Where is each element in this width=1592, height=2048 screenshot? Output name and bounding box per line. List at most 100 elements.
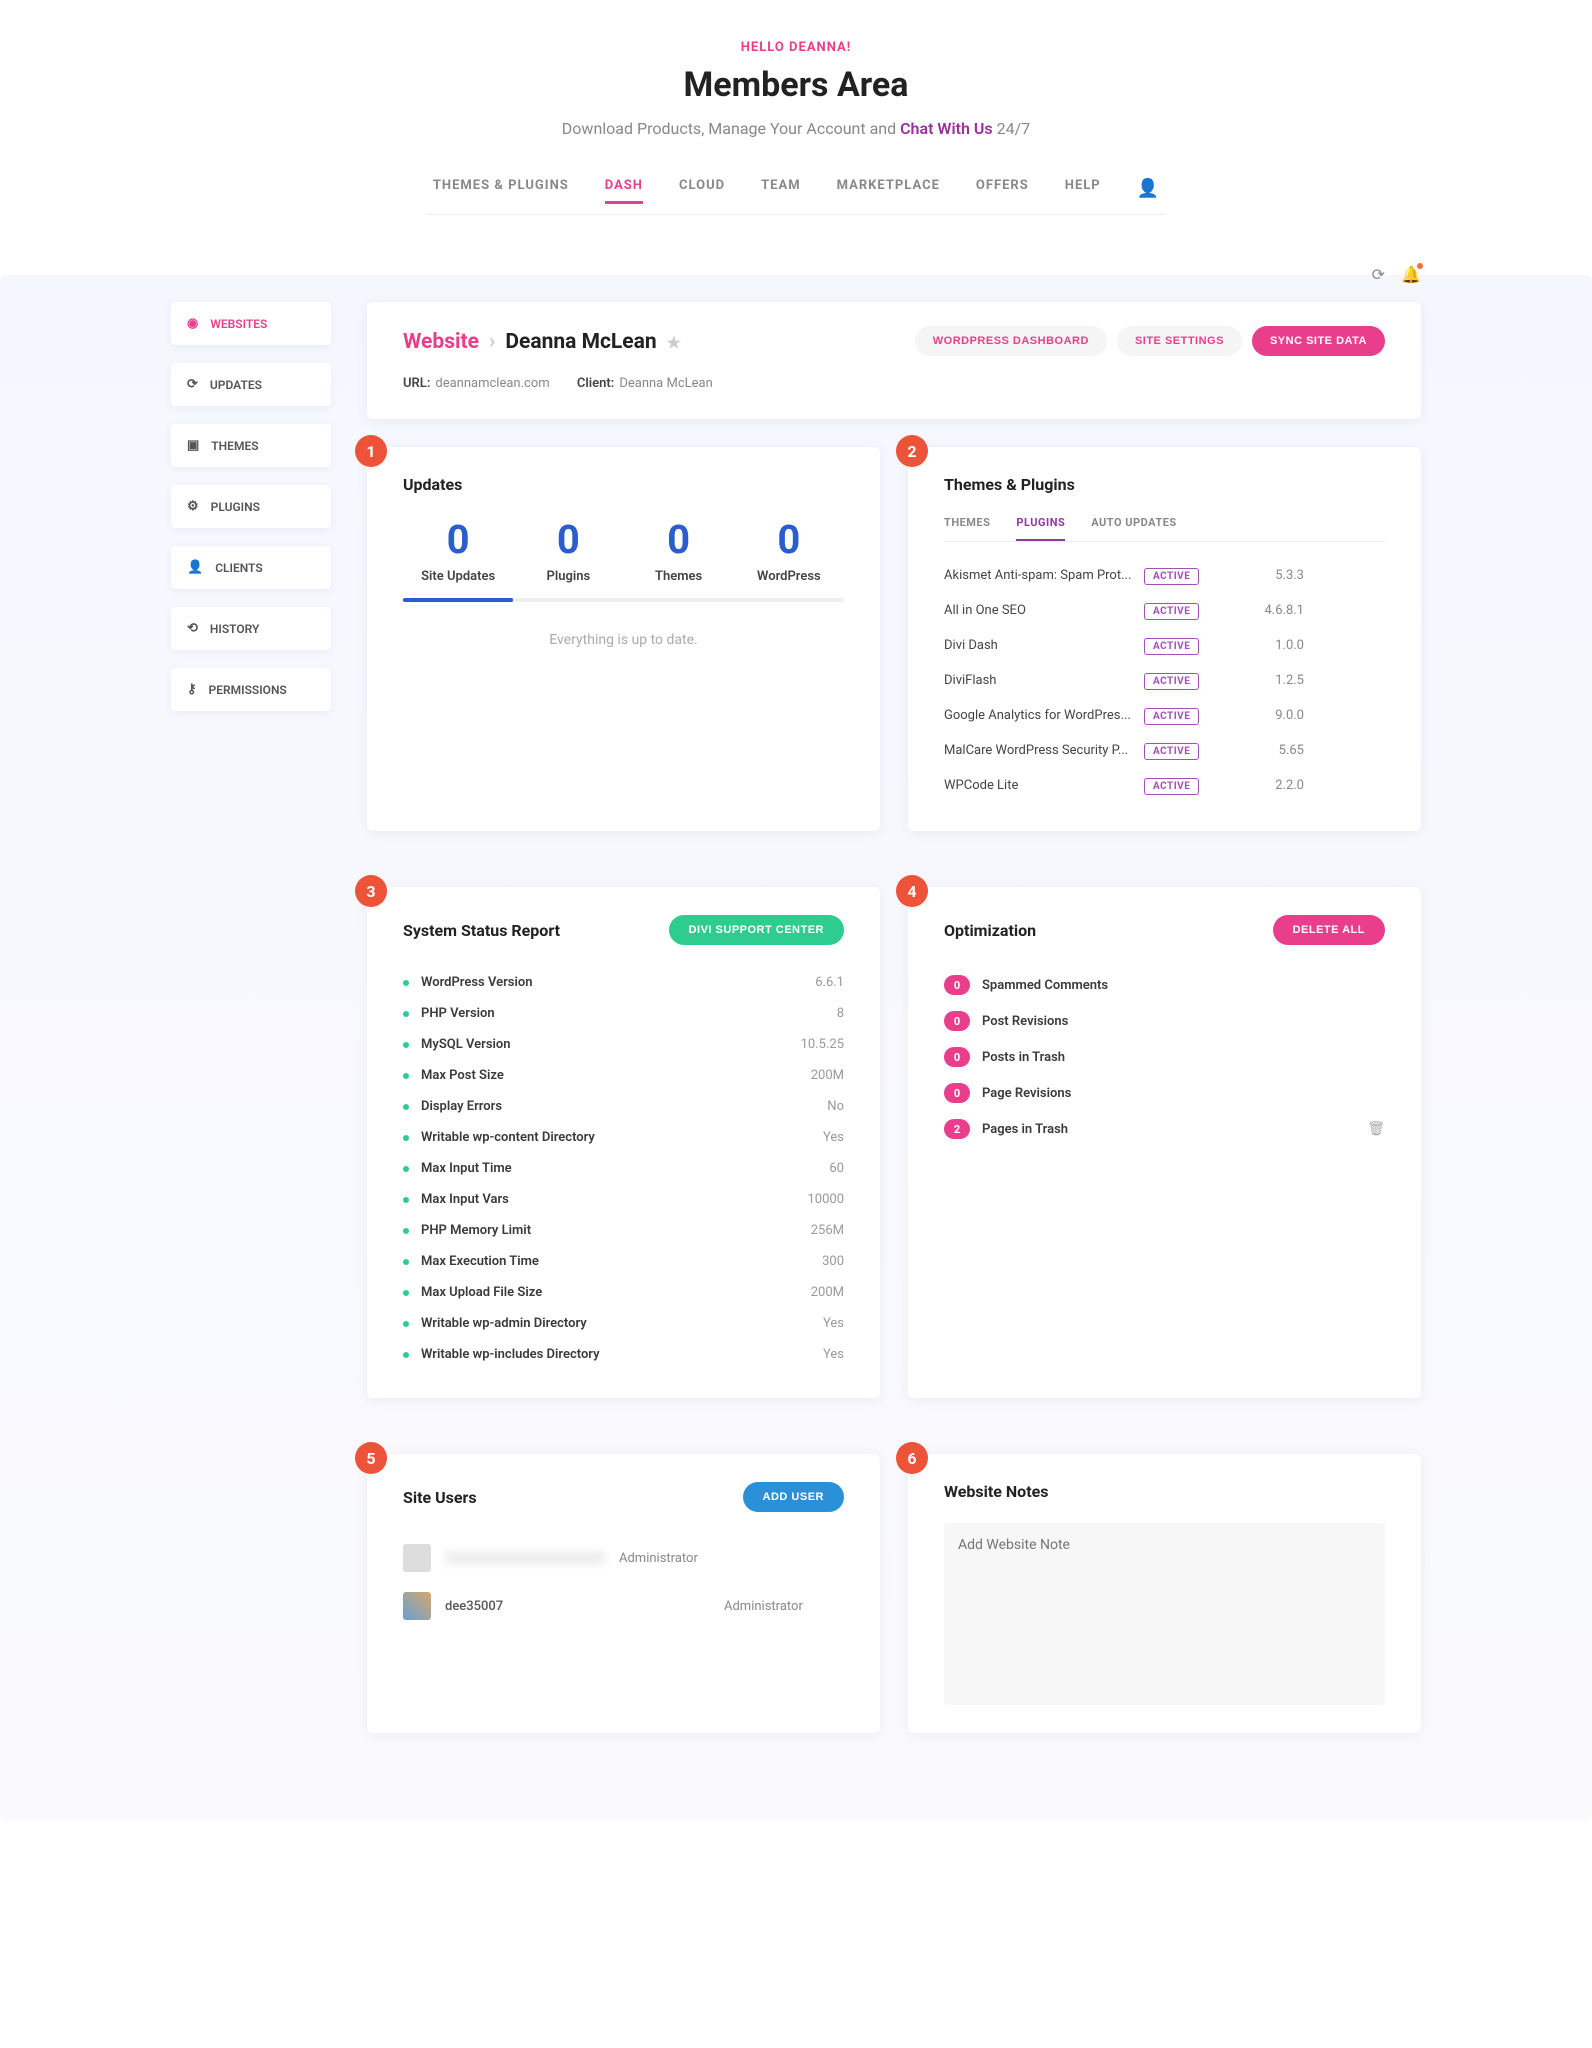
user-row[interactable]: Administrator (403, 1534, 844, 1582)
count-badge: 0 (944, 1047, 970, 1067)
status-row: Writable wp-admin DirectoryYes (403, 1308, 844, 1339)
sidebar-icon: ⚙ (187, 499, 199, 514)
status-row: MySQL Version10.5.25 (403, 1029, 844, 1060)
status-row: Max Execution Time300 (403, 1246, 844, 1277)
status-row: Max Upload File Size200M (403, 1277, 844, 1308)
bullet-icon (403, 1104, 409, 1110)
annotation-badge-3: 3 (355, 875, 387, 907)
nav-themes-plugins[interactable]: THEMES & PLUGINS (433, 178, 569, 204)
optimization-card: 4 Optimization DELETE ALL 0Spammed Comme… (908, 887, 1421, 1398)
annotation-badge-6: 6 (896, 1442, 928, 1474)
tab-themes[interactable]: THEMES (944, 516, 990, 541)
plugin-row[interactable]: Divi DashACTIVE1.0.0 (944, 628, 1385, 663)
bullet-icon (403, 1259, 409, 1265)
plugin-row[interactable]: Google Analytics for WordPres...ACTIVE9.… (944, 698, 1385, 733)
nav-offers[interactable]: OFFERS (976, 178, 1029, 204)
avatar-icon[interactable]: 👤 (1137, 178, 1159, 204)
nav-dash[interactable]: DASH (605, 178, 643, 204)
status-row: Max Post Size200M (403, 1060, 844, 1091)
sidebar-item-themes[interactable]: ▣THEMES (171, 424, 331, 467)
bullet-icon (403, 980, 409, 986)
bullet-icon (403, 1073, 409, 1079)
bullet-icon (403, 1135, 409, 1141)
sidebar-item-permissions[interactable]: ⚷PERMISSIONS (171, 668, 331, 711)
refresh-icon[interactable]: ⟳ (1372, 265, 1385, 284)
bullet-icon (403, 1228, 409, 1234)
note-input[interactable] (958, 1537, 1371, 1687)
plugin-row[interactable]: WPCode LiteACTIVE2.2.0 (944, 768, 1385, 803)
bullet-icon (403, 1166, 409, 1172)
status-row: Writable wp-content DirectoryYes (403, 1122, 844, 1153)
count-badge: 0 (944, 1011, 970, 1031)
system-status-title: System Status Report (403, 921, 560, 940)
plugin-row[interactable]: MalCare WordPress Security P...ACTIVE5.6… (944, 733, 1385, 768)
site-url: deannamclean.com (435, 376, 549, 391)
optimization-row: 0Post Revisions (944, 1003, 1385, 1039)
annotation-badge-5: 5 (355, 1442, 387, 1474)
breadcrumb-site: Deanna McLean (505, 330, 656, 354)
status-row: Max Input Time60 (403, 1153, 844, 1184)
divi-support-button[interactable]: DIVI SUPPORT CENTER (669, 915, 844, 945)
update-col: 0Themes (624, 516, 734, 584)
sidebar-item-history[interactable]: ⟲HISTORY (171, 607, 331, 650)
bullet-icon (403, 1352, 409, 1358)
nav-help[interactable]: HELP (1065, 178, 1101, 204)
updates-progress (403, 598, 844, 602)
bullet-icon (403, 1321, 409, 1327)
avatar (403, 1592, 431, 1620)
count-badge: 0 (944, 1083, 970, 1103)
update-col: 0Plugins (513, 516, 623, 584)
delete-all-button[interactable]: DELETE ALL (1273, 915, 1385, 945)
add-user-button[interactable]: ADD USER (743, 1482, 844, 1512)
annotation-badge-4: 4 (896, 875, 928, 907)
nav-team[interactable]: TEAM (761, 178, 800, 204)
trash-icon[interactable]: 🗑 (1367, 1121, 1385, 1137)
tab-auto-updates[interactable]: AUTO UPDATES (1091, 516, 1176, 541)
page-title: Members Area (0, 65, 1592, 105)
site-client: Deanna McLean (619, 376, 712, 391)
updates-message: Everything is up to date. (403, 632, 844, 648)
updates-card: 1 Updates 0Site Updates0Plugins0Themes0W… (367, 447, 880, 831)
sidebar-item-plugins[interactable]: ⚙PLUGINS (171, 485, 331, 528)
system-status-card: 3 System Status Report DIVI SUPPORT CENT… (367, 887, 880, 1398)
top-nav: THEMES & PLUGINS DASH CLOUD TEAM MARKETPLACE… (426, 178, 1166, 215)
optimization-row: 2Pages in Trash🗑 (944, 1111, 1385, 1147)
bell-icon[interactable]: 🔔 (1401, 265, 1421, 284)
user-row[interactable]: dee35007Administrator (403, 1582, 844, 1630)
update-col: 0Site Updates (403, 516, 513, 584)
nav-cloud[interactable]: CLOUD (679, 178, 725, 204)
plugin-row[interactable]: DiviFlashACTIVE1.2.5 (944, 663, 1385, 698)
wordpress-dashboard-button[interactable]: WORDPRESS DASHBOARD (915, 326, 1107, 356)
status-row: Writable wp-includes DirectoryYes (403, 1339, 844, 1370)
sidebar-item-updates[interactable]: ⟳UPDATES (171, 363, 331, 406)
website-notes-card: 6 Website Notes (908, 1454, 1421, 1733)
site-header-card: Website › Deanna McLean ★ WORDPRESS DASH… (367, 302, 1421, 419)
subtitle: Download Products, Manage Your Account a… (0, 119, 1592, 138)
breadcrumb-root[interactable]: Website (403, 330, 479, 354)
site-users-title: Site Users (403, 1488, 477, 1507)
updates-title: Updates (403, 475, 844, 494)
greeting: HELLO DEANNA! (0, 40, 1592, 55)
optimization-title: Optimization (944, 921, 1036, 940)
chat-link[interactable]: Chat With Us (900, 119, 993, 138)
site-settings-button[interactable]: SITE SETTINGS (1117, 326, 1242, 356)
tab-plugins[interactable]: PLUGINS (1016, 516, 1065, 541)
star-icon[interactable]: ★ (667, 333, 681, 352)
website-notes-title: Website Notes (944, 1482, 1385, 1501)
optimization-row: 0Spammed Comments (944, 967, 1385, 1003)
status-row: Max Input Vars10000 (403, 1184, 844, 1215)
sidebar-icon: ⚷ (187, 682, 197, 697)
nav-marketplace[interactable]: MARKETPLACE (837, 178, 940, 204)
status-row: PHP Version8 (403, 998, 844, 1029)
status-row: Display ErrorsNo (403, 1091, 844, 1122)
plugin-row[interactable]: Akismet Anti-spam: Spam Prot...ACTIVE5.3… (944, 558, 1385, 593)
plugin-tabs: THEMES PLUGINS AUTO UPDATES (944, 516, 1385, 542)
optimization-row: 0Posts in Trash (944, 1039, 1385, 1075)
sidebar-icon: ◉ (187, 316, 198, 331)
plugin-row[interactable]: All in One SEOACTIVE4.6.8.1 (944, 593, 1385, 628)
sidebar-item-websites[interactable]: ◉WEBSITES (171, 302, 331, 345)
sidebar-item-clients[interactable]: 👤CLIENTS (171, 546, 331, 589)
sync-site-data-button[interactable]: SYNC SITE DATA (1252, 326, 1385, 356)
bullet-icon (403, 1011, 409, 1017)
bullet-icon (403, 1042, 409, 1048)
